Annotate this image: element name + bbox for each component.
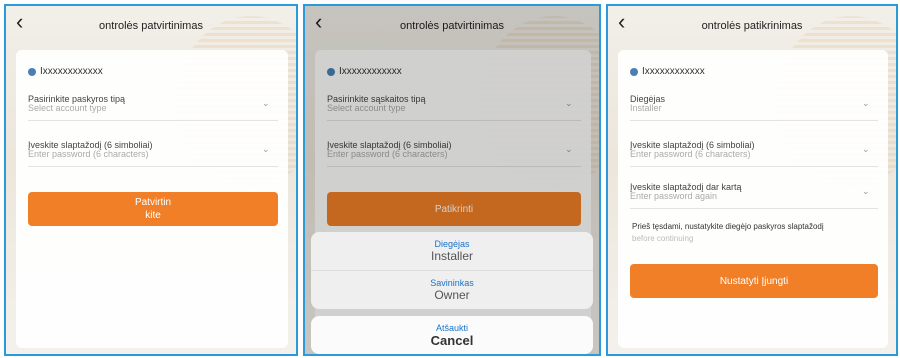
eye-toggle-icon[interactable]: ⌄ bbox=[862, 186, 872, 196]
form-card: Ixxxxxxxxxxxx Pasirinkite paskyros tipą … bbox=[16, 50, 288, 348]
account-id: Ixxxxxxxxxxxx bbox=[28, 66, 103, 77]
sheet-option-installer[interactable]: Diegėjas Installer bbox=[311, 232, 593, 271]
sheet-option-owner[interactable]: Savininkas Owner bbox=[311, 271, 593, 309]
set-enable-button[interactable]: Nustatyti Įjungti bbox=[630, 264, 878, 298]
account-type-select[interactable]: Pasirinkite paskyros tipą Select account… bbox=[28, 86, 278, 121]
user-icon bbox=[630, 67, 638, 76]
account-type-select[interactable]: Diegėjas Installer ⌄ bbox=[630, 86, 878, 121]
user-icon bbox=[28, 67, 36, 76]
chevron-down-icon: ⌄ bbox=[262, 98, 270, 108]
password-field[interactable]: Įveskite slaptažodį (6 simboliai) Enter … bbox=[28, 132, 278, 167]
confirm-button[interactable]: Patvirtin kite bbox=[28, 192, 278, 226]
info-note-faded: before continuing bbox=[632, 234, 694, 243]
chevron-down-icon: ⌄ bbox=[862, 98, 870, 108]
account-id: Ixxxxxxxxxxxx bbox=[630, 66, 705, 77]
page-title: ontrolės patvirtinimas bbox=[99, 20, 203, 32]
screen-verify-2: ‹ ontrolės patvirtinimas Ixxxxxxxxxxxx P… bbox=[303, 4, 601, 356]
eye-toggle-icon[interactable]: ⌄ bbox=[862, 144, 872, 154]
screen-verify-1: ‹ ontrolės patvirtinimas Ixxxxxxxxxxxx P… bbox=[4, 4, 298, 356]
form-card: Ixxxxxxxxxxxx Diegėjas Installer ⌄ Įvesk… bbox=[618, 50, 888, 348]
screen-verify-3: ‹ ontrolės patikrinimas Ixxxxxxxxxxxx Di… bbox=[606, 4, 898, 356]
confirm-password-field[interactable]: Įveskite slaptažodį dar kartą Enter pass… bbox=[630, 174, 878, 209]
page-title: ontrolės patikrinimas bbox=[701, 20, 803, 32]
info-note: Prieš tęsdami, nustatykite diegėjo pasky… bbox=[632, 222, 824, 231]
eye-toggle-icon[interactable]: ⌄ bbox=[262, 144, 272, 154]
password-field[interactable]: Įveskite slaptažodį (6 simboliai) Enter … bbox=[630, 132, 878, 167]
sheet-cancel-button[interactable]: Atšaukti Cancel bbox=[311, 316, 593, 354]
